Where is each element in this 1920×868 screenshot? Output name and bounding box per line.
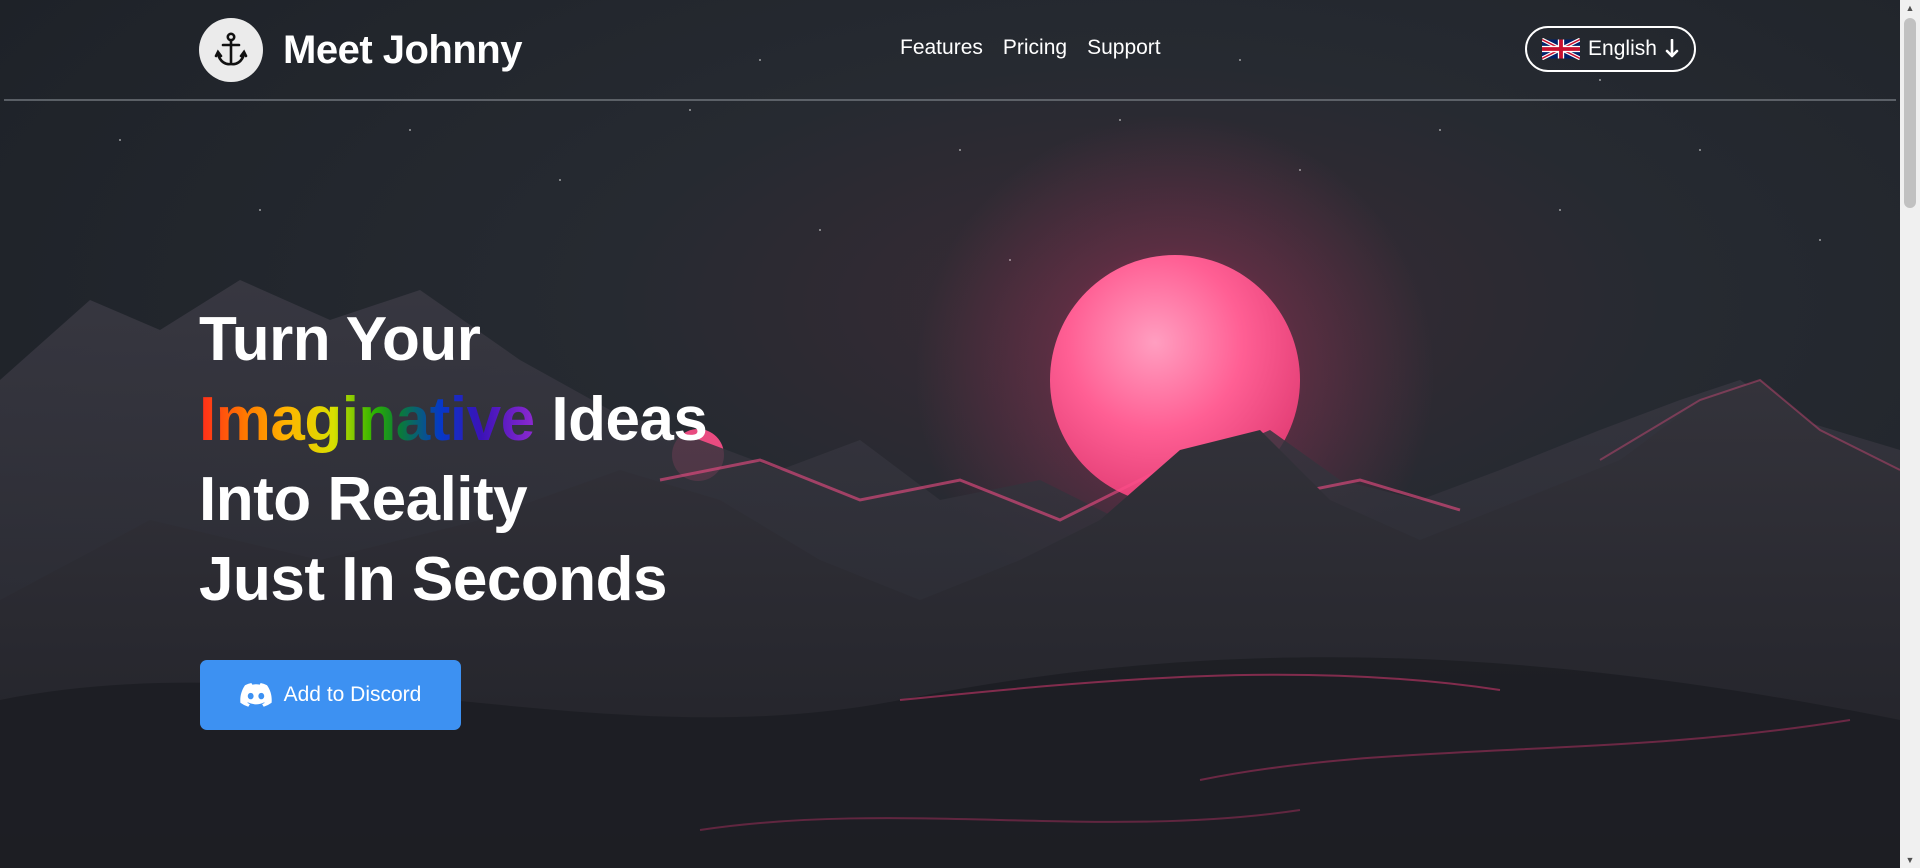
- headline-highlight-word: Imaginative: [199, 385, 535, 454]
- uk-flag-icon: [1542, 38, 1581, 60]
- add-to-discord-button[interactable]: Add to Discord: [200, 660, 461, 730]
- add-to-discord-label: Add to Discord: [283, 683, 422, 706]
- anchor-icon: [199, 18, 263, 82]
- brand-name: Meet Johnny: [283, 27, 522, 72]
- headline-line-2-rest: Ideas: [534, 385, 708, 454]
- headline-line-4: Just In Seconds: [199, 545, 667, 614]
- scroll-up-icon[interactable]: ▲: [1900, 0, 1920, 16]
- nav-pricing[interactable]: Pricing: [1003, 36, 1067, 60]
- arrow-down-icon: [1665, 39, 1679, 58]
- scroll-down-icon[interactable]: ▼: [1900, 852, 1920, 868]
- nav-support[interactable]: Support: [1087, 36, 1161, 60]
- language-label: English: [1588, 37, 1657, 60]
- nav-features[interactable]: Features: [900, 36, 983, 60]
- hero-headline: Turn Your Imaginative Ideas Into Reality…: [199, 300, 708, 620]
- headline-line-2: Imaginative Ideas: [199, 380, 708, 460]
- headline-line-3: Into Reality: [199, 465, 528, 534]
- page-scrollbar[interactable]: ▲ ▼: [1900, 0, 1920, 868]
- discord-icon: [239, 683, 272, 707]
- site-header: Meet Johnny Features Pricing Support Eng…: [0, 0, 1900, 101]
- scrollbar-thumb[interactable]: [1904, 18, 1916, 208]
- headline-line-1: Turn Your: [199, 305, 481, 374]
- language-selector-button[interactable]: English: [1525, 26, 1696, 72]
- header-divider: [4, 99, 1896, 101]
- logo-link[interactable]: Meet Johnny: [199, 18, 522, 82]
- main-nav: Features Pricing Support: [900, 36, 1161, 60]
